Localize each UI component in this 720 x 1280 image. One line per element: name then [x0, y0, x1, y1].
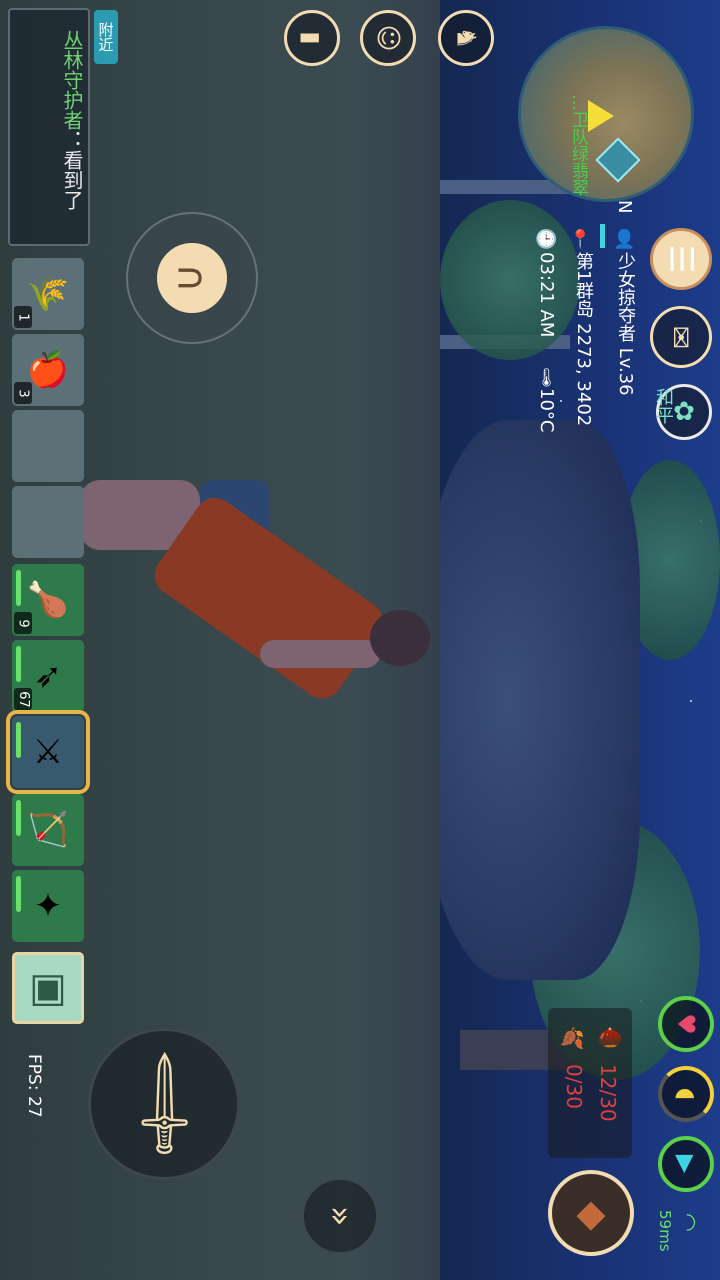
experience-bar: [600, 224, 605, 248]
character-arm: [260, 640, 380, 668]
emote-button[interactable]: ☺: [360, 10, 416, 66]
tree-canopy: [440, 200, 580, 360]
empty-2-icon: [22, 496, 74, 548]
empty-1-icon: [22, 420, 74, 472]
signal-icon: ◠: [675, 1212, 701, 1233]
chat-text: ：看到了: [60, 130, 84, 210]
item-count: 67: [14, 688, 32, 710]
fps-counter: FPS: 27: [24, 1054, 44, 1118]
lotus-icon: ✿: [673, 397, 695, 427]
speech-bubble-icon: ▮: [298, 31, 326, 45]
hotbar-slot-scimitar[interactable]: ⚔: [6, 710, 90, 794]
mail-button[interactable]: ✉: [650, 306, 712, 368]
crafting-book-icon: ▣: [29, 965, 67, 1011]
bird-icon: ♞: [451, 26, 481, 50]
chat-tab-label: 附近: [96, 22, 115, 52]
ammo-primary: 12/30: [596, 1064, 620, 1122]
rock-cliff: [420, 420, 640, 980]
sword-icon: 🗡: [100, 1040, 228, 1168]
joystick-knob[interactable]: ∩: [157, 243, 227, 313]
thermometer-icon: 🌡: [536, 366, 557, 389]
item-count-value: 1: [15, 312, 31, 322]
player-position-arrow: [588, 100, 614, 132]
joystick-magnet-icon: ∩: [169, 263, 215, 293]
location-pin-icon: 📍: [570, 228, 591, 250]
attack-button[interactable]: 🗡: [88, 1028, 240, 1180]
ammo-secondary: 0/30: [562, 1064, 586, 1109]
temperature: 10°C: [536, 388, 557, 433]
durability-bar: [16, 570, 21, 606]
magic-staff-icon: ✦: [33, 886, 63, 926]
ping-readout: 59ms: [656, 1210, 674, 1252]
acorn-icon: 🌰: [598, 1026, 622, 1051]
use-item-button[interactable]: ◆: [548, 1170, 634, 1256]
movement-joystick[interactable]: ∩: [126, 212, 258, 344]
hotbar-slot-longbow[interactable]: 🏹: [12, 794, 84, 866]
health-indicator: ♥: [658, 996, 714, 1052]
item-count: 1: [14, 306, 32, 328]
envelope-icon: ✉: [664, 325, 698, 349]
pinecone-icon: 🍂: [560, 1026, 584, 1051]
longbow-icon: 🏹: [26, 810, 70, 850]
item-count-value: 67: [15, 690, 31, 708]
compass-north: N: [614, 200, 635, 214]
emote-icon: ☺: [372, 24, 403, 52]
chat-message: 丛林守护者：看到了: [60, 30, 84, 210]
chat-panel[interactable]: 丛林守护者：看到了: [8, 8, 90, 246]
hunger-indicator: ◖: [658, 1066, 714, 1122]
item-count: 3: [14, 382, 32, 404]
durability-bar: [16, 722, 21, 758]
durability-bar: [16, 800, 21, 836]
double-chevron-icon: »: [320, 1205, 360, 1227]
durability-bar: [16, 646, 21, 682]
durability-bar: [16, 876, 21, 912]
menu-icon: ☰: [662, 244, 700, 274]
crafting-book-button[interactable]: ▣: [12, 952, 84, 1024]
player-name-level: 少女掠夺者 Lv.36: [615, 252, 636, 396]
player-location: 第1群岛 2273, 3402: [573, 252, 594, 427]
dash-button[interactable]: »: [302, 1178, 378, 1254]
heart-icon: ♥: [671, 1013, 700, 1035]
game-time: 03:21 AM: [536, 252, 557, 338]
thirst-indicator: ▶: [658, 1136, 714, 1192]
hotbar-slot-drumstick[interactable]: 🍗 9: [12, 564, 84, 636]
hotbar-slot-magic-staff[interactable]: ✦: [12, 870, 84, 942]
item-count: 9: [14, 612, 32, 634]
user-icon: 👤: [614, 228, 635, 250]
pie-icon: ◆: [576, 1191, 606, 1235]
hotbar-slot-apple[interactable]: 🍎 3: [12, 334, 84, 406]
chat-bubble-button[interactable]: ▮: [284, 10, 340, 66]
hotbar-slot-empty-2[interactable]: [12, 486, 84, 558]
pet-button[interactable]: ♞: [438, 10, 494, 66]
character-head: [370, 610, 430, 666]
scimitar-icon: ⚔: [32, 732, 64, 772]
hotbar-slot-wheat[interactable]: 🌾 1: [12, 258, 84, 330]
clock-icon: 🕒: [536, 228, 557, 250]
player-character: [70, 470, 440, 710]
pvp-status-label: 和平: [653, 388, 674, 424]
item-count-value: 3: [15, 388, 31, 398]
water-drop-icon: ▶: [672, 1154, 700, 1174]
hotbar-slot-empty-1[interactable]: [12, 410, 84, 482]
main-menu-button[interactable]: ☰: [650, 228, 712, 290]
hunger-icon: ◖: [672, 1087, 700, 1101]
chat-speaker: 丛林守护者: [60, 30, 84, 130]
chat-tab-nearby[interactable]: 附近: [94, 10, 118, 64]
item-count-value: 9: [15, 618, 31, 628]
hotbar-slot-arrows[interactable]: ➶ 67: [12, 640, 84, 712]
